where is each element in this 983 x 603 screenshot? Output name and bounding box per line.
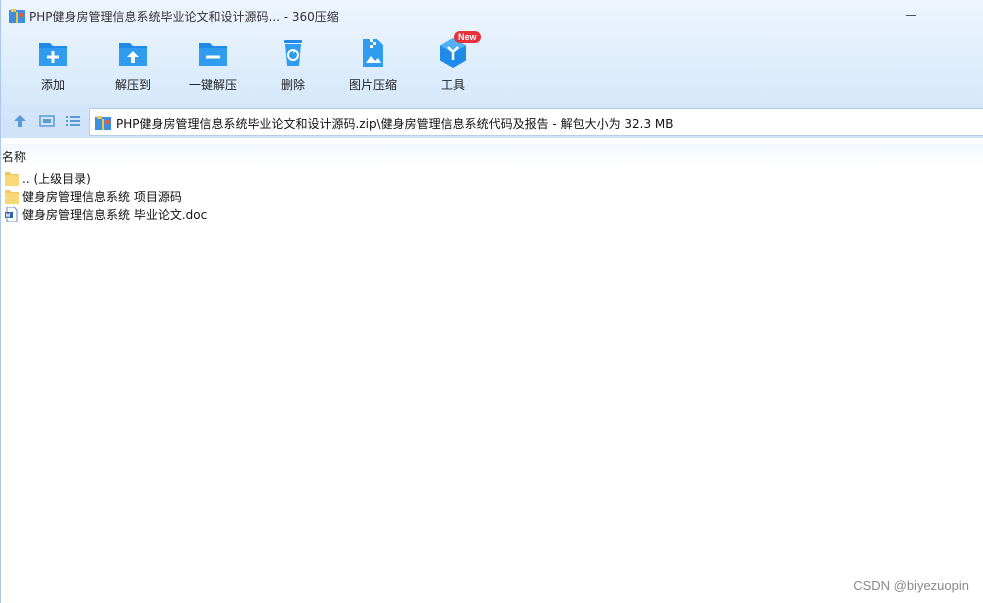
list-item-label: 健身房管理信息系统 项目源码 bbox=[22, 189, 182, 204]
zip-archive-icon bbox=[9, 9, 25, 23]
folder-icon bbox=[5, 189, 19, 204]
list-item-parent[interactable]: .. (上级目录) bbox=[5, 169, 91, 187]
list-item-doc[interactable]: 健身房管理信息系统 毕业论文.doc bbox=[5, 205, 207, 223]
minimize-button[interactable] bbox=[903, 8, 919, 24]
one-click-extract-label: 一键解压 bbox=[188, 78, 237, 92]
new-badge: New bbox=[454, 31, 481, 43]
address-bar[interactable]: PHP健身房管理信息系统毕业论文和设计源码.zip\健身房管理信息系统代码及报告… bbox=[89, 108, 983, 136]
image-compress-icon bbox=[363, 39, 383, 67]
column-header-name[interactable]: 名称 bbox=[2, 148, 26, 165]
extract-to-label: 解压到 bbox=[114, 78, 151, 92]
add-button[interactable]: 添加 bbox=[14, 36, 92, 98]
add-label: 添加 bbox=[40, 78, 65, 92]
word-document-icon bbox=[5, 206, 18, 222]
tools-button[interactable]: New 工具 bbox=[414, 31, 492, 98]
recycle-bin-icon bbox=[284, 40, 302, 66]
address-path: PHP健身房管理信息系统毕业论文和设计源码.zip\健身房管理信息系统代码及报告… bbox=[116, 117, 674, 131]
folder-icon bbox=[5, 171, 19, 186]
image-compress-button[interactable]: 图片压缩 bbox=[334, 36, 412, 98]
title-and-toolbar: PHP健身房管理信息系统毕业论文和设计源码... - 360压缩 添加 解压到 … bbox=[1, 0, 983, 104]
list-view-icon[interactable] bbox=[65, 113, 81, 129]
window-title: PHP健身房管理信息系统毕业论文和设计源码... - 360压缩 bbox=[29, 10, 339, 24]
extract-to-icon bbox=[119, 43, 147, 66]
zip-archive-icon bbox=[95, 116, 111, 130]
one-click-extract-button[interactable]: 一键解压 bbox=[174, 36, 252, 98]
address-row: PHP健身房管理信息系统毕业论文和设计源码.zip\健身房管理信息系统代码及报告… bbox=[1, 104, 983, 138]
tools-icon-wrap: New bbox=[436, 31, 481, 70]
watermark: CSDN @biyezuopin bbox=[853, 578, 969, 593]
delete-label: 删除 bbox=[280, 78, 305, 92]
toolbar: 添加 解压到 一键解压 删除 图片压缩 New 工具 bbox=[1, 31, 983, 100]
extract-to-button[interactable]: 解压到 bbox=[94, 36, 172, 98]
tools-label: 工具 bbox=[440, 78, 465, 92]
add-folder-icon bbox=[39, 43, 67, 66]
image-compress-label: 图片压缩 bbox=[348, 78, 397, 92]
thumbnail-view-icon[interactable] bbox=[39, 113, 55, 129]
list-header: 名称 bbox=[1, 144, 983, 166]
app-window: PHP健身房管理信息系统毕业论文和设计源码... - 360压缩 添加 解压到 … bbox=[0, 0, 983, 603]
list-item-label: 健身房管理信息系统 毕业论文.doc bbox=[22, 207, 208, 222]
one-click-extract-icon bbox=[199, 43, 227, 66]
title-bar: PHP健身房管理信息系统毕业论文和设计源码... - 360压缩 bbox=[1, 0, 983, 32]
up-arrow-icon[interactable] bbox=[12, 113, 28, 129]
list-item-folder[interactable]: 健身房管理信息系统 项目源码 bbox=[5, 187, 182, 205]
delete-button[interactable]: 删除 bbox=[254, 36, 332, 98]
list-item-label: .. (上级目录) bbox=[22, 171, 91, 186]
